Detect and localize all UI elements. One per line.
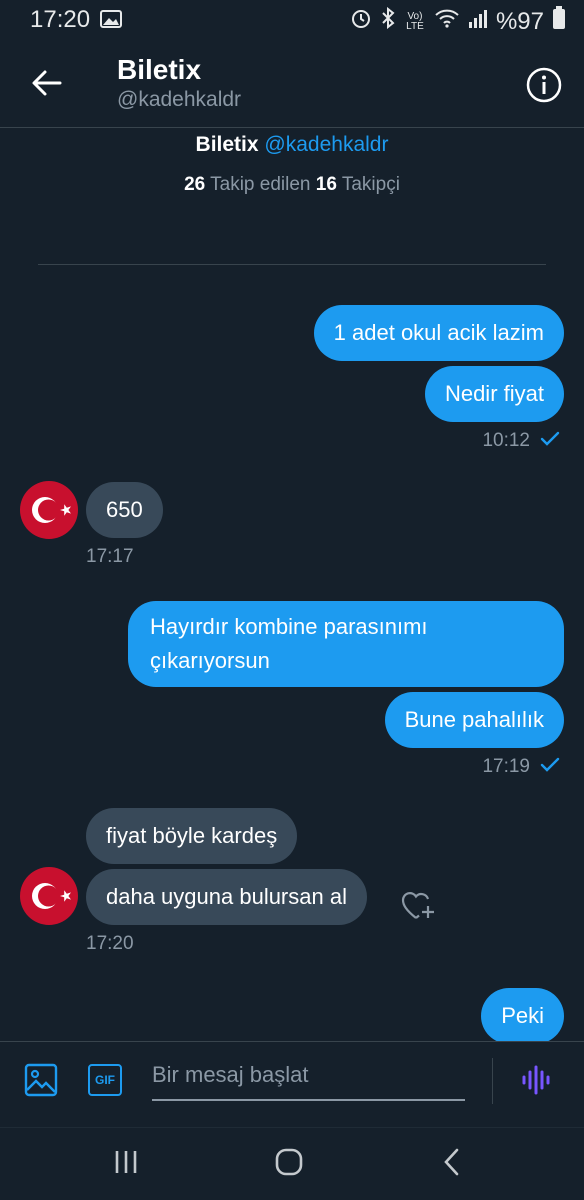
- wifi-icon: [434, 7, 460, 36]
- message-timestamp-row: 17:19: [482, 756, 560, 778]
- following-count: 26: [184, 174, 206, 195]
- avatar[interactable]: [20, 481, 78, 539]
- composer-separator: [492, 1058, 493, 1104]
- following-label: Takip edilen: [210, 174, 311, 195]
- message-bubble-outgoing[interactable]: Bune pahalılık: [384, 692, 564, 748]
- conversation-handle: @kadehkaldr: [117, 88, 242, 111]
- status-icons: Vo) LTE %97: [350, 6, 566, 37]
- profile-separator: [38, 264, 546, 265]
- follow-stats: 26 Takip edilen 16 Takipçi: [0, 174, 584, 196]
- back-arrow-icon[interactable]: [30, 66, 64, 100]
- composer-divider: [0, 1041, 584, 1042]
- signal-icon: [468, 8, 488, 36]
- message-bubble-outgoing[interactable]: 1 adet okul acik lazim: [313, 305, 564, 361]
- header-divider: [0, 127, 584, 128]
- check-icon: [540, 431, 560, 452]
- gallery-icon: [100, 10, 122, 28]
- message-bubble-outgoing[interactable]: Nedir fiyat: [424, 366, 564, 422]
- message-bubble-outgoing[interactable]: Hayırdır kombine parasınımı çıkarıyorsun: [128, 601, 564, 687]
- followers-label: Takipçi: [341, 174, 400, 195]
- check-icon: [540, 757, 560, 778]
- followers-count: 16: [315, 174, 337, 195]
- message-timestamp: 10:12: [482, 430, 530, 451]
- message-bubble-outgoing[interactable]: Peki: [481, 988, 564, 1044]
- message-timestamp: 17:17: [86, 546, 134, 567]
- nav-divider: [0, 1127, 584, 1128]
- alarm-icon: [350, 7, 372, 36]
- message-timestamp: 17:19: [482, 756, 530, 777]
- recents-icon[interactable]: [113, 1150, 139, 1174]
- avatar[interactable]: [20, 867, 78, 925]
- profile-handle: @kadehkaldr: [264, 133, 389, 156]
- home-icon[interactable]: [275, 1148, 303, 1176]
- battery-icon: [552, 6, 566, 37]
- message-timestamp: 17:20: [86, 933, 134, 954]
- message-timestamp-row: 10:12: [482, 430, 560, 452]
- lte-indicator: Vo) LTE: [406, 10, 424, 32]
- heart-plus-icon[interactable]: [400, 889, 436, 923]
- image-icon[interactable]: [24, 1063, 58, 1097]
- message-input[interactable]: Bir mesaj başlat: [152, 1062, 309, 1088]
- profile-name: Biletix: [195, 133, 259, 156]
- voice-icon[interactable]: [520, 1063, 554, 1097]
- gif-icon[interactable]: GIF: [88, 1064, 122, 1096]
- message-bubble-incoming[interactable]: daha uyguna bulursan al: [86, 869, 367, 925]
- bluetooth-icon: [380, 6, 396, 36]
- profile-name-line[interactable]: Biletix @kadehkaldr: [0, 133, 584, 157]
- back-icon[interactable]: [442, 1148, 462, 1176]
- input-underline: [152, 1099, 465, 1101]
- info-icon[interactable]: [526, 67, 562, 103]
- message-bubble-incoming[interactable]: 650: [86, 482, 163, 538]
- battery-text: %97: [495, 7, 544, 35]
- conversation-title: Biletix: [117, 54, 202, 85]
- status-time: 17:20: [30, 6, 91, 33]
- message-bubble-incoming[interactable]: fiyat böyle kardeş: [86, 808, 298, 864]
